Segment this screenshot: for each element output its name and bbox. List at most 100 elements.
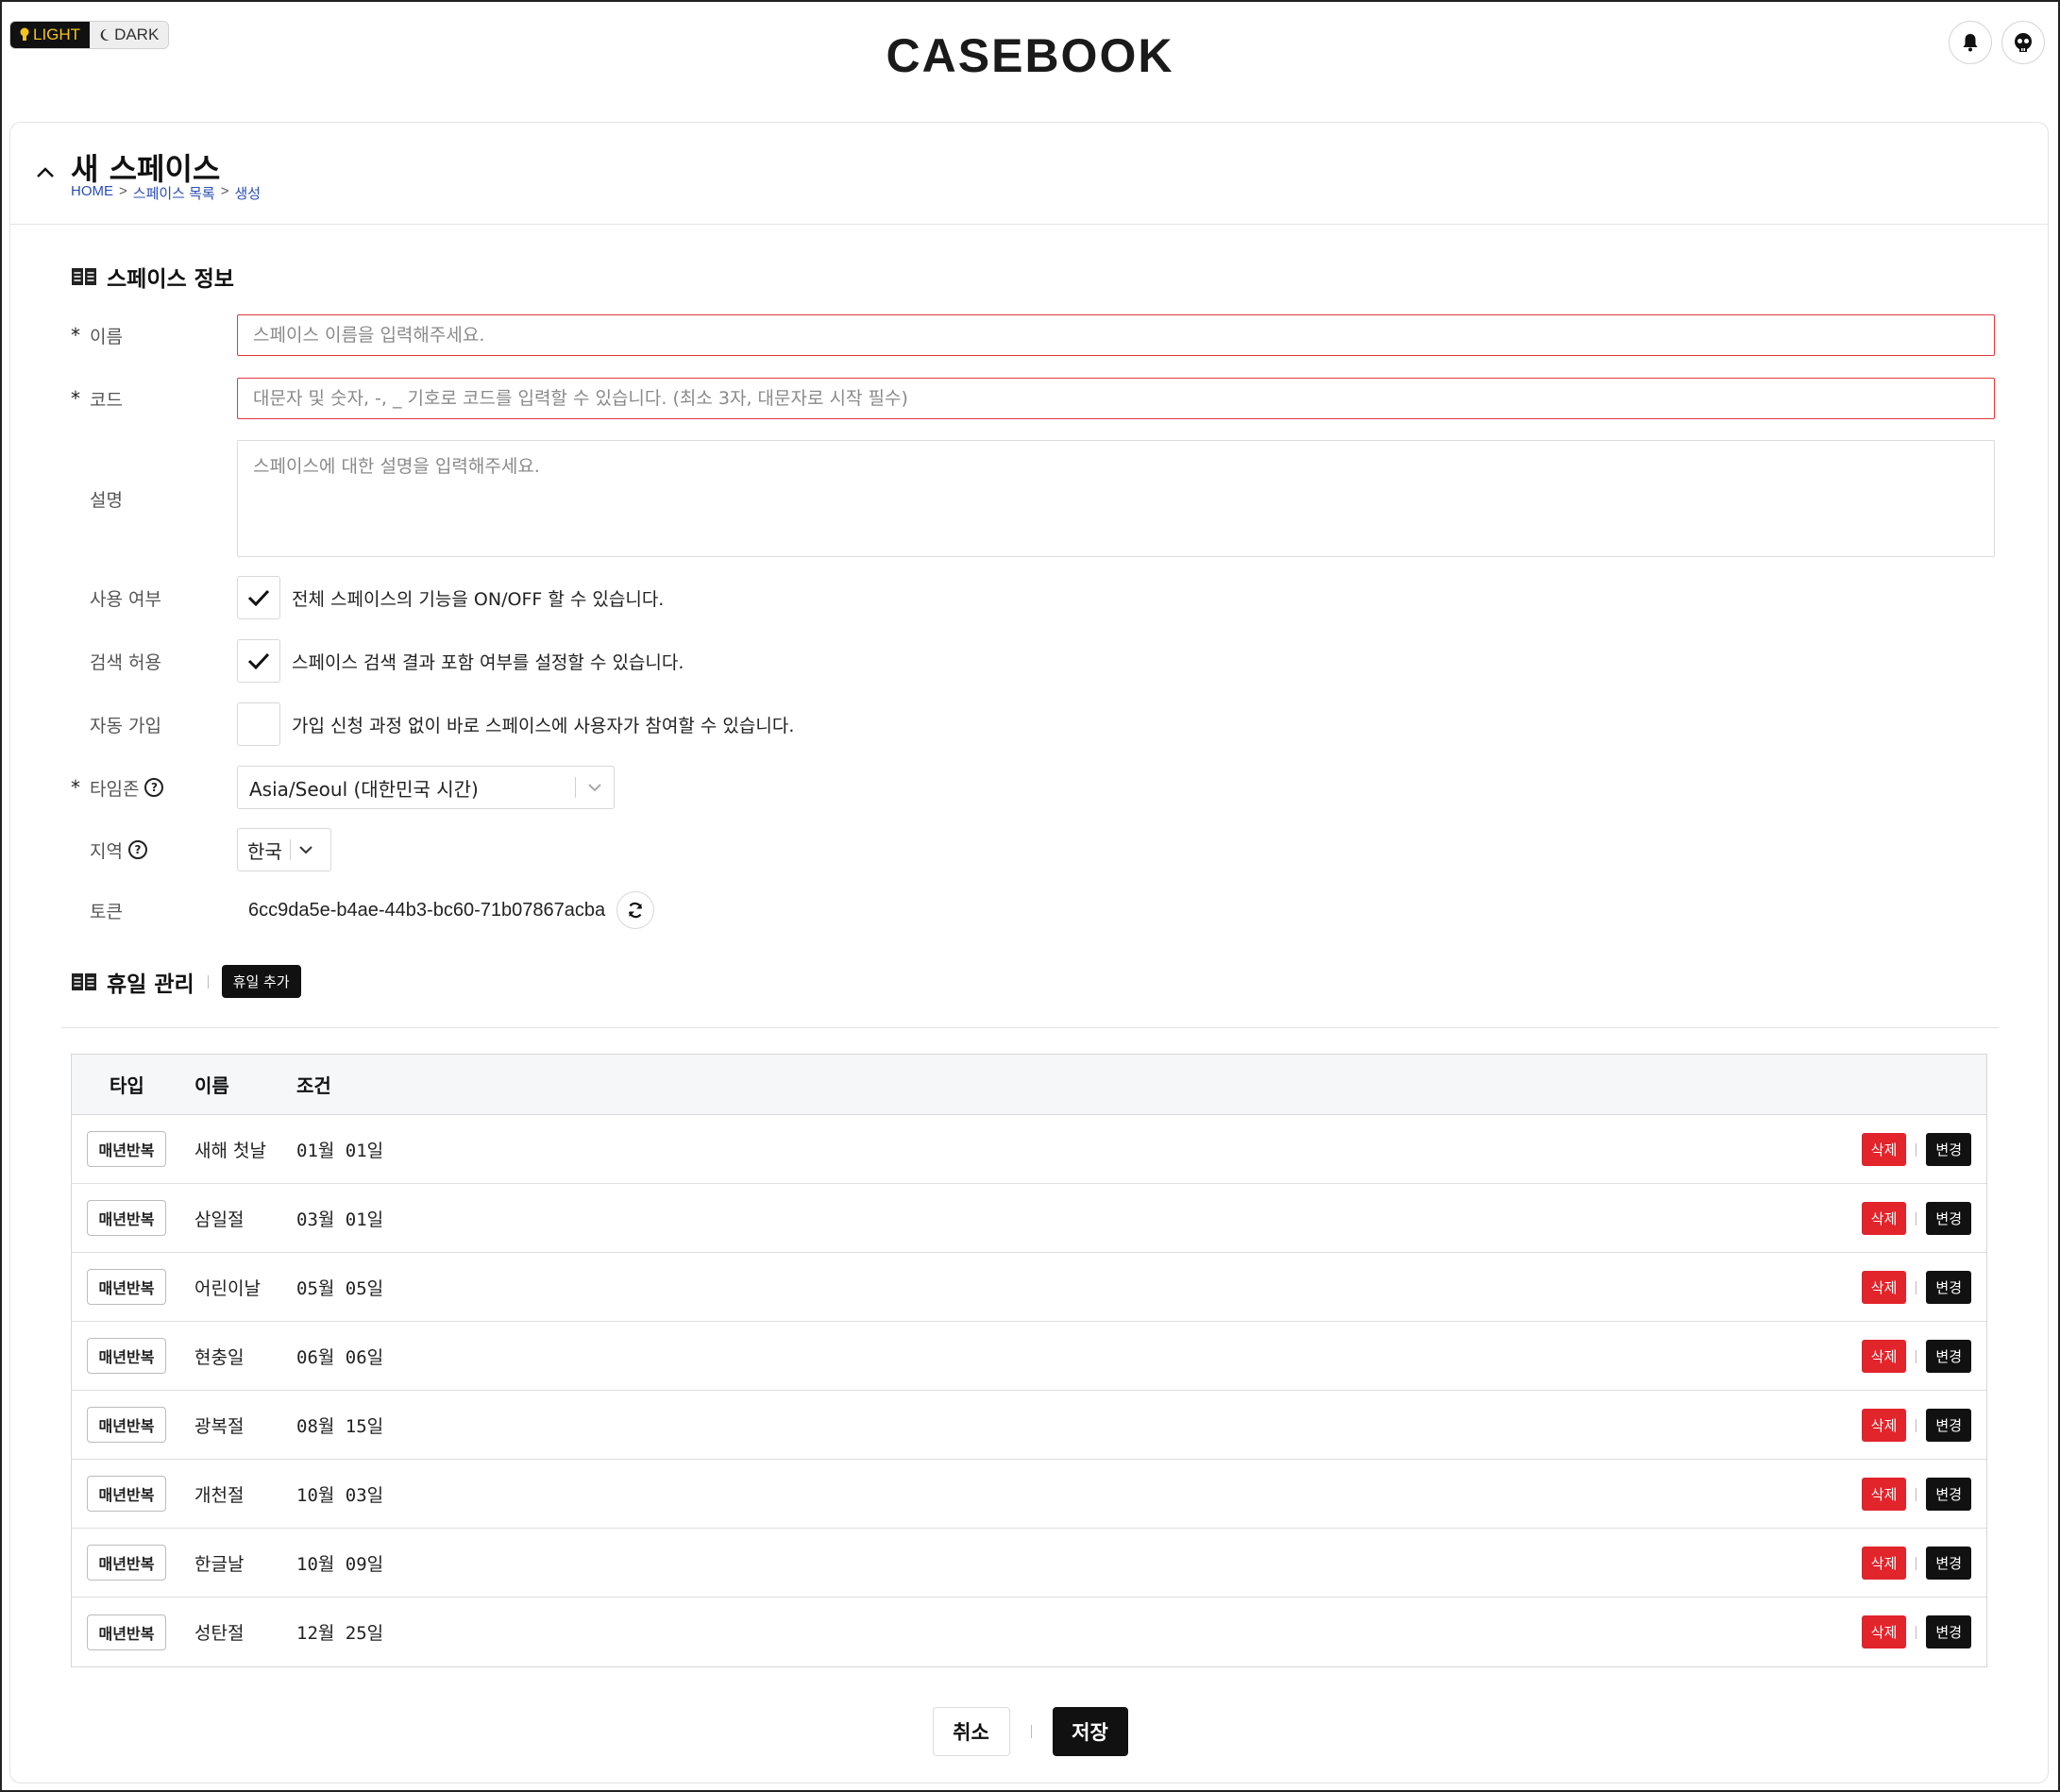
row-actions: 삭제 변경	[1861, 1340, 1971, 1373]
token-refresh-button[interactable]	[616, 891, 655, 929]
type-badge: 매년반복	[87, 1476, 166, 1512]
type-badge: 매년반복	[87, 1407, 166, 1443]
row-actions: 삭제 변경	[1861, 1133, 1971, 1166]
searchable-checkbox[interactable]	[237, 639, 280, 683]
searchable-label: 검색 허용	[71, 649, 237, 674]
edit-button[interactable]: 변경	[1926, 1133, 1971, 1166]
row-actions: 삭제 변경	[1861, 1409, 1971, 1442]
auto-join-label-text: 자동 가입	[90, 715, 161, 736]
type-badge: 매년반복	[87, 1269, 166, 1305]
enabled-label: 사용 여부	[71, 585, 237, 611]
region-label: 지역?	[71, 837, 237, 863]
holiday-condition: 06월 06일	[296, 1346, 384, 1368]
edit-button[interactable]: 변경	[1926, 1340, 1971, 1373]
searchable-description: 스페이스 검색 결과 포함 여부를 설정할 수 있습니다.	[292, 651, 684, 673]
delete-button[interactable]: 삭제	[1861, 1478, 1907, 1511]
bell-icon	[1963, 34, 1978, 52]
user-menu-button[interactable]	[2001, 21, 2045, 64]
breadcrumb-space-list[interactable]: 스페이스 목록	[133, 183, 215, 203]
edit-button[interactable]: 변경	[1926, 1271, 1971, 1304]
delete-button[interactable]: 삭제	[1861, 1271, 1907, 1304]
table-row: 매년반복 삼일절 03월 01일 삭제 변경	[72, 1184, 1986, 1253]
delete-button[interactable]: 삭제	[1861, 1133, 1907, 1166]
panel-header: 새 스페이스 HOME > 스페이스 목록 > 생성	[10, 123, 2048, 225]
cancel-button[interactable]: 취소	[932, 1707, 1010, 1756]
description-textarea[interactable]	[237, 440, 1995, 557]
edit-button[interactable]: 변경	[1926, 1478, 1971, 1511]
collapse-button[interactable]	[31, 159, 59, 187]
code-label: * 코드	[71, 386, 237, 412]
auto-join-label: 자동 가입	[71, 712, 237, 737]
add-holiday-button[interactable]: 휴일 추가	[221, 965, 301, 998]
region-value: 한국	[247, 839, 282, 863]
delete-button[interactable]: 삭제	[1861, 1615, 1907, 1648]
row-actions: 삭제 변경	[1861, 1478, 1971, 1511]
type-badge: 매년반복	[87, 1614, 166, 1650]
row-actions: 삭제 변경	[1861, 1202, 1971, 1235]
divider	[207, 974, 209, 989]
column-header-condition: 조건	[296, 1074, 331, 1097]
holiday-name: 개천절	[194, 1484, 245, 1506]
timezone-value: Asia/Seoul (대한민국 시간)	[249, 777, 479, 801]
notification-button[interactable]	[1949, 21, 1992, 64]
enabled-label-text: 사용 여부	[90, 588, 161, 610]
edit-button[interactable]: 변경	[1926, 1547, 1971, 1580]
enabled-checkbox[interactable]	[237, 576, 280, 619]
edit-button[interactable]: 변경	[1926, 1615, 1971, 1648]
table-row: 매년반복 개천절 10월 03일 삭제 변경	[72, 1460, 1986, 1529]
name-row: * 이름	[71, 314, 1995, 356]
region-row: 지역? 한국	[71, 828, 331, 871]
top-icons	[1949, 21, 2045, 64]
token-value: 6cc9da5e-b4ae-44b3-bc60-71b07867acba	[248, 899, 606, 921]
name-label: * 이름	[71, 323, 237, 348]
enabled-description: 전체 스페이스의 기능을 ON/OFF 할 수 있습니다.	[292, 588, 665, 610]
edit-button[interactable]: 변경	[1926, 1409, 1971, 1442]
table-row: 매년반복 새해 첫날 01월 01일 삭제 변경	[72, 1115, 1986, 1184]
checkmark-icon	[247, 652, 270, 670]
casebook-logo[interactable]: CASEBOOK	[2, 28, 2058, 83]
delete-button[interactable]: 삭제	[1861, 1547, 1907, 1580]
row-actions: 삭제 변경	[1861, 1271, 1971, 1304]
holiday-table: 타입 이름 조건 매년반복 새해 첫날 01월 01일 삭제 변경 매년반복 삼…	[71, 1054, 1987, 1667]
table-header: 타입 이름 조건	[72, 1055, 1986, 1115]
searchable-row: 검색 허용 스페이스 검색 결과 포함 여부를 설정할 수 있습니다.	[71, 639, 684, 683]
token-row: 토큰 6cc9da5e-b4ae-44b3-bc60-71b07867acba	[71, 891, 655, 929]
refresh-icon	[629, 902, 643, 919]
code-input[interactable]	[237, 378, 1995, 419]
delete-button[interactable]: 삭제	[1861, 1340, 1907, 1373]
save-button[interactable]: 저장	[1052, 1707, 1128, 1756]
region-select[interactable]: 한국	[237, 828, 331, 871]
app-frame: LIGHT DARK CASEBOOK 새 스페이스 HOME > 스페이스 목…	[0, 0, 2060, 1792]
space-info-section-title: 스페이스 정보	[71, 261, 234, 293]
edit-button[interactable]: 변경	[1926, 1202, 1971, 1235]
holiday-condition: 10월 09일	[296, 1553, 384, 1575]
timezone-select[interactable]: Asia/Seoul (대한민국 시간)	[237, 766, 615, 809]
chevron-down-icon	[299, 846, 312, 854]
help-icon[interactable]: ?	[144, 778, 164, 797]
timezone-row: * 타임존? Asia/Seoul (대한민국 시간)	[71, 766, 615, 809]
help-icon[interactable]: ?	[127, 840, 147, 859]
required-mark: *	[71, 387, 80, 410]
breadcrumb-home[interactable]: HOME	[71, 183, 113, 203]
region-label-text: 지역	[90, 840, 123, 862]
auto-join-row: 자동 가입 가입 신청 과정 없이 바로 스페이스에 사용자가 참여할 수 있습…	[71, 702, 794, 746]
holiday-name: 삼일절	[194, 1209, 245, 1230]
code-label-text: 코드	[90, 389, 123, 411]
name-input[interactable]	[237, 314, 1995, 356]
breadcrumb-create[interactable]: 생성	[235, 183, 262, 203]
holiday-name: 성탄절	[194, 1623, 245, 1644]
holiday-condition: 12월 25일	[296, 1623, 384, 1644]
divider	[1030, 1725, 1032, 1738]
description-row: 설명	[71, 440, 1995, 557]
delete-button[interactable]: 삭제	[1861, 1202, 1907, 1235]
book-icon	[72, 972, 96, 990]
auto-join-checkbox[interactable]	[237, 702, 280, 746]
type-badge: 매년반복	[87, 1200, 166, 1236]
breadcrumb-separator: >	[220, 183, 229, 199]
book-icon	[72, 268, 96, 285]
space-info-title-text: 스페이스 정보	[107, 267, 234, 292]
holiday-name: 어린이날	[194, 1277, 261, 1299]
holiday-condition: 05월 05일	[296, 1277, 384, 1299]
breadcrumb: HOME > 스페이스 목록 > 생성	[71, 183, 261, 203]
delete-button[interactable]: 삭제	[1861, 1409, 1907, 1442]
